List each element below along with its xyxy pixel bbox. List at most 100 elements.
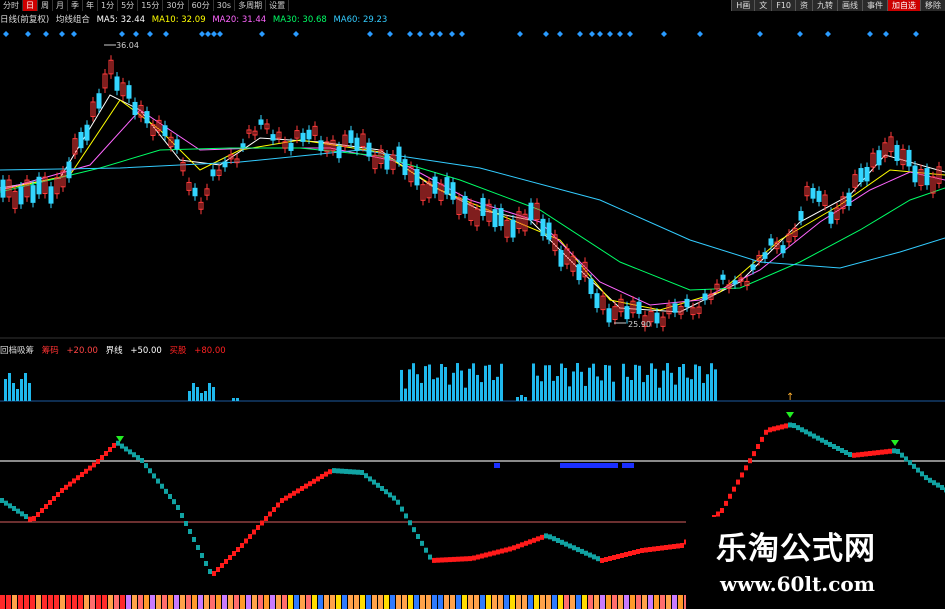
volume-strip	[522, 595, 527, 609]
oscillator-segment	[840, 448, 844, 453]
oscillator-segment	[808, 431, 812, 437]
candle-body	[402, 159, 408, 176]
candle-body	[336, 146, 342, 159]
signal-diamond	[205, 31, 211, 37]
volume-strip	[198, 595, 203, 609]
volume-strip	[666, 595, 671, 609]
oscillator-segment	[608, 556, 612, 561]
volume-strip	[396, 595, 401, 609]
oscillator-segment	[160, 483, 164, 489]
oscillator-segment	[40, 508, 44, 513]
oscillator-segment	[856, 452, 860, 458]
volume-strip	[528, 595, 533, 609]
candle-body	[18, 186, 24, 205]
hist-bar	[484, 365, 487, 401]
oscillator-segment	[36, 512, 40, 517]
oscillator-segment	[268, 511, 272, 517]
hist-bar	[690, 379, 693, 401]
oscillator-segment	[76, 475, 80, 481]
oscillator-segment	[432, 557, 436, 563]
oscillator-segment	[588, 552, 592, 558]
signal-diamond	[459, 31, 465, 37]
oscillator-segment	[672, 544, 676, 549]
volume-strip	[360, 595, 365, 609]
hist-bar	[666, 363, 669, 401]
candle-body	[588, 278, 594, 295]
hist-bar	[560, 363, 563, 401]
volume-strip	[54, 595, 59, 609]
candle-body	[192, 187, 198, 197]
oscillator-segment	[404, 513, 408, 519]
oscillator-segment	[368, 476, 372, 482]
volume-strip	[408, 595, 413, 609]
oscillator-segment	[300, 486, 304, 491]
oscillator-segment	[600, 558, 604, 563]
volume-strip	[678, 595, 683, 609]
down-arrow-marker	[891, 440, 899, 446]
hist-bar	[604, 364, 607, 401]
volume-strip	[438, 595, 443, 609]
candle-body	[288, 142, 294, 151]
oscillator-segment	[356, 469, 360, 475]
volume-strip	[66, 595, 71, 609]
oscillator-segment	[720, 508, 724, 513]
oscillator-segment	[292, 490, 296, 496]
oscillator-segment	[340, 468, 344, 474]
oscillator-segment	[848, 452, 852, 457]
signal-diamond	[913, 31, 919, 37]
oscillator-segment	[756, 444, 760, 449]
volume-strip	[540, 595, 545, 609]
volume-strip	[420, 595, 425, 609]
candle-body	[66, 161, 72, 179]
oscillator-segment	[484, 552, 488, 558]
oscillator-segment	[752, 451, 756, 457]
oscillator-segment	[896, 448, 900, 454]
signal-diamond	[449, 31, 455, 37]
hist-bar	[714, 369, 717, 401]
oscillator-segment	[124, 446, 128, 452]
signal-diamond	[293, 31, 299, 37]
oscillator-segment	[820, 437, 824, 443]
volume-strip	[24, 595, 29, 609]
hist-bar	[412, 363, 415, 401]
volume-strip	[558, 595, 563, 609]
oscillator-segment	[476, 554, 480, 560]
candle-body	[912, 165, 918, 183]
oscillator-segment	[360, 470, 364, 475]
hist-bar	[584, 385, 587, 401]
signal-diamond	[259, 31, 265, 37]
oscillator-segment	[564, 541, 568, 547]
oscillator-segment	[516, 543, 520, 549]
oscillator-segment	[200, 553, 204, 558]
oscillator-segment	[592, 554, 596, 560]
hist-bar	[416, 374, 419, 401]
hist-bar	[196, 387, 199, 401]
oscillator-segment	[100, 455, 104, 460]
volume-strip	[60, 595, 65, 609]
candle-body	[162, 125, 168, 137]
oscillator-segment	[792, 423, 796, 429]
candle-body	[798, 211, 804, 221]
oscillator-segment	[204, 561, 208, 566]
candle-body	[480, 197, 486, 216]
volume-strip	[246, 595, 251, 609]
oscillator-segment	[748, 458, 752, 464]
volume-strip	[444, 595, 449, 609]
candle-body	[672, 303, 678, 313]
candle-body	[450, 182, 456, 200]
hist-bar	[428, 364, 431, 401]
hist-bar	[638, 365, 641, 401]
candle-body	[132, 101, 138, 116]
candle-body	[0, 179, 6, 198]
hist-bar	[678, 367, 681, 401]
volume-strip	[456, 595, 461, 609]
oscillator-segment	[184, 521, 188, 526]
volume-strip	[18, 595, 23, 609]
volume-strip	[582, 595, 587, 609]
signal-diamond	[557, 31, 563, 37]
signal-diamond	[597, 31, 603, 37]
volume-strip	[498, 595, 503, 609]
hist-bar	[432, 379, 435, 401]
oscillator-segment	[464, 556, 468, 562]
candle-body	[558, 250, 564, 267]
